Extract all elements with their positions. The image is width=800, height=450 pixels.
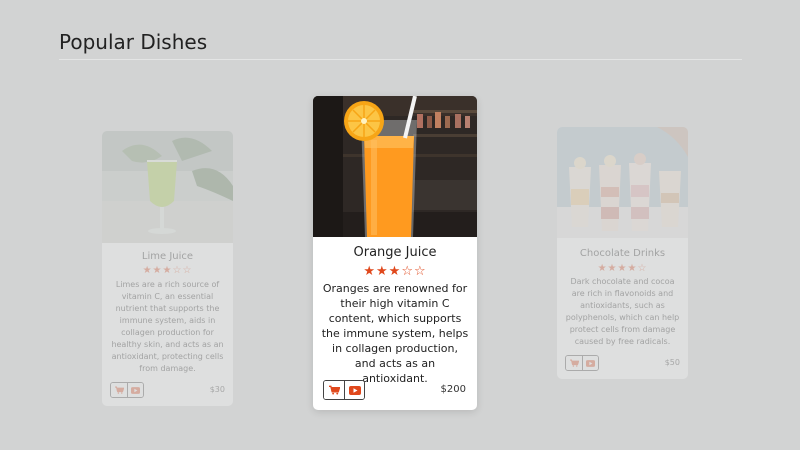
dish-description: Limes are a rich source of vitamin C, an… [111, 280, 224, 373]
video-icon [348, 385, 361, 395]
star-rating-icon: ★★★☆☆ [363, 264, 427, 279]
dish-price: $50 [664, 358, 680, 367]
add-to-cart-button[interactable] [324, 381, 344, 399]
cart-icon [328, 385, 340, 395]
video-icon [586, 359, 595, 367]
dish-price: $30 [209, 385, 225, 394]
card-actions [323, 380, 365, 400]
cart-icon [114, 386, 124, 394]
card-actions [110, 382, 144, 398]
title-divider [59, 59, 742, 60]
watch-video-button[interactable] [344, 381, 364, 399]
dish-card-orange-juice[interactable]: Orange Juice ★★★☆☆ Oranges are renowned … [313, 96, 477, 410]
dish-price: $200 [440, 384, 466, 395]
dish-name: Lime Juice [141, 251, 194, 262]
watch-video-button[interactable] [582, 356, 598, 370]
dish-name: Chocolate Drinks [579, 248, 666, 259]
dish-image-orange-juice [313, 96, 477, 237]
dish-card-chocolate-drinks[interactable]: Chocolate Drinks ★★★★☆ Dark chocolate an… [557, 127, 688, 379]
video-icon [131, 386, 140, 394]
watch-video-button[interactable] [127, 383, 143, 397]
dish-description: Dark chocolate and cocoa are rich in fla… [565, 277, 680, 346]
cart-icon [569, 359, 579, 367]
star-rating-icon: ★★★★☆ [597, 263, 648, 274]
section-title: Popular Dishes [59, 30, 208, 54]
card-actions [565, 355, 599, 371]
dish-image-chocolate-drinks [557, 127, 688, 238]
dish-description: Oranges are renowned for their high vita… [321, 282, 469, 385]
dish-image-lime-juice [102, 131, 233, 243]
dish-card-lime-juice[interactable]: Lime Juice ★★★☆☆ Limes are a rich source… [102, 131, 233, 406]
add-to-cart-button[interactable] [566, 356, 582, 370]
add-to-cart-button[interactable] [111, 383, 127, 397]
dish-name: Orange Juice [353, 245, 437, 260]
star-rating-icon: ★★★☆☆ [142, 265, 193, 276]
